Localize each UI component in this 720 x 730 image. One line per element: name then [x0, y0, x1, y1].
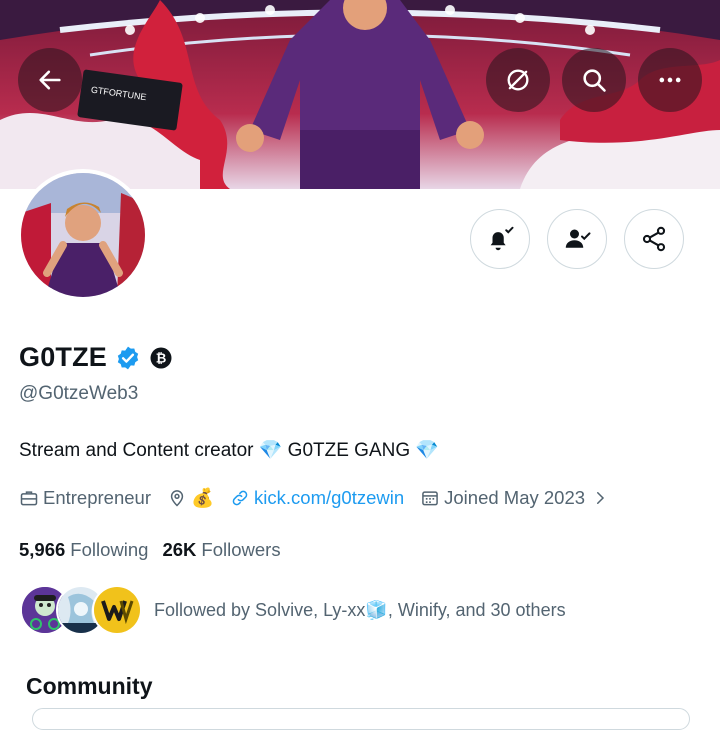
follower-avatar [92, 585, 142, 635]
notifications-button[interactable] [470, 209, 530, 269]
following-label: Following [70, 539, 149, 560]
search-button[interactable] [562, 48, 626, 112]
bell-check-icon [490, 226, 514, 251]
chevron-right-icon [597, 492, 605, 504]
back-button[interactable] [18, 48, 82, 112]
followers-label: Followers [201, 539, 281, 560]
bio: Stream and Content creator 💎 G0TZE GANG … [19, 440, 440, 461]
profile-meta: Entrepreneur 💰 kick.com/g0tzewin Joined … [19, 487, 629, 509]
person-check-icon [565, 229, 591, 248]
following-stat[interactable]: 5,966 Following [19, 539, 148, 561]
category: Entrepreneur [19, 487, 151, 509]
share-button[interactable] [624, 209, 684, 269]
verified-badge-icon[interactable] [115, 345, 141, 371]
share-icon [642, 226, 666, 252]
website-link[interactable]: kick.com/g0tzewin [230, 487, 404, 509]
more-button[interactable] [638, 48, 702, 112]
joined-label: Joined May 2023 [444, 487, 586, 508]
joined-date[interactable]: Joined May 2023 [420, 487, 613, 509]
calendar-icon [422, 491, 438, 506]
community-card[interactable] [32, 708, 690, 730]
arrow-left-icon [39, 70, 61, 90]
followers-count: 26K [162, 539, 197, 560]
search-icon [583, 69, 606, 92]
briefcase-icon [20, 491, 38, 506]
location-pin-icon [170, 490, 184, 507]
display-name: G0TZE [19, 342, 108, 372]
followed-by[interactable]: Followed by Solvive, Ly-xx🧊, Winify, and… [20, 585, 566, 635]
user-handle: @G0tzeWeb3 [19, 383, 139, 404]
followers-stat[interactable]: 26K Followers [162, 539, 280, 561]
following-button[interactable] [547, 209, 607, 269]
community-heading: Community [26, 673, 153, 699]
following-count: 5,966 [19, 539, 66, 560]
svg-text:₿: ₿ [156, 350, 167, 365]
slash-circle-icon [507, 69, 529, 91]
bitcoin-badge-icon[interactable]: ₿ [149, 346, 173, 370]
location-label: 💰 [190, 487, 215, 508]
avatar[interactable] [17, 169, 149, 301]
website-label[interactable]: kick.com/g0tzewin [254, 487, 404, 509]
grok-button[interactable] [486, 48, 550, 112]
location: 💰 [167, 487, 214, 509]
more-horizontal-icon [659, 77, 681, 83]
link-icon [232, 490, 248, 506]
followed-by-text: Followed by Solvive, Ly-xx🧊, Winify, and… [154, 599, 566, 620]
category-label: Entrepreneur [43, 487, 151, 508]
